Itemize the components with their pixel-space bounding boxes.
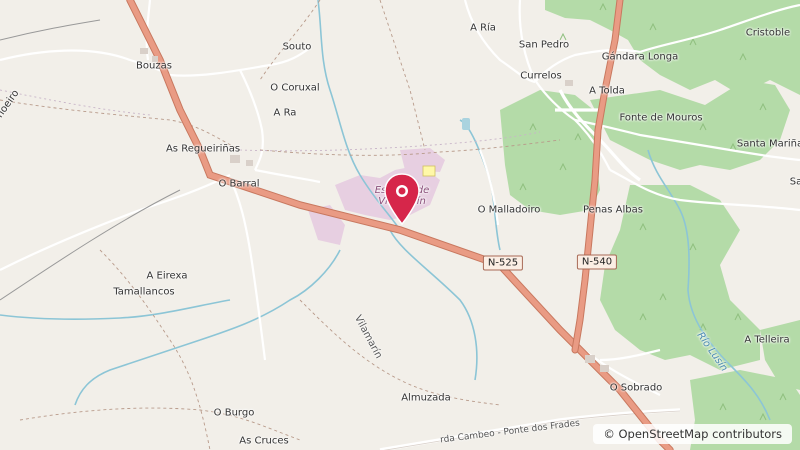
place-label: A Ra xyxy=(273,107,297,119)
place-label: Souto xyxy=(282,41,312,53)
place-label: Sa xyxy=(789,176,800,188)
place-label: A Tolda xyxy=(589,85,625,97)
map-canvas[interactable]: Bouzas Souto O Coruxal A Ra As Regueiriñ… xyxy=(0,0,800,450)
place-label: Bouzas xyxy=(136,60,172,72)
road-shield-n540: N-540 xyxy=(576,254,618,270)
place-label: Tamallancos xyxy=(113,286,175,298)
place-label: San Pedro xyxy=(518,39,570,51)
place-label: A Ría xyxy=(470,22,496,34)
place-label: Penas Albas xyxy=(583,204,643,216)
place-label: O Sobrado xyxy=(609,382,663,394)
place-label: A Eirexa xyxy=(146,270,188,282)
location-marker-icon[interactable] xyxy=(382,172,422,228)
place-label: O Barral xyxy=(218,178,260,190)
place-label: O Coruxal xyxy=(270,82,320,94)
attribution-link[interactable]: OpenStreetMap contributors xyxy=(618,427,782,441)
place-label: As Regueiriñas xyxy=(165,143,241,155)
place-label: Fonte de Mouros xyxy=(619,112,703,124)
place-label: O Malladoiro xyxy=(477,204,541,216)
place-label: O Burgo xyxy=(213,407,255,419)
place-label: Cristoble xyxy=(745,27,791,39)
place-label: Currelos xyxy=(520,70,562,82)
copyright-symbol: © xyxy=(603,427,615,441)
place-label: Santa Mariña xyxy=(736,138,800,150)
place-label: Gándara Longa xyxy=(601,51,679,63)
place-label: Almuzada xyxy=(401,392,451,404)
map-attribution: © OpenStreetMap contributors xyxy=(593,424,792,444)
road-shield-n525: N-525 xyxy=(482,255,524,271)
place-label: A Telleira xyxy=(744,334,790,346)
place-label: As Cruces xyxy=(239,435,289,447)
